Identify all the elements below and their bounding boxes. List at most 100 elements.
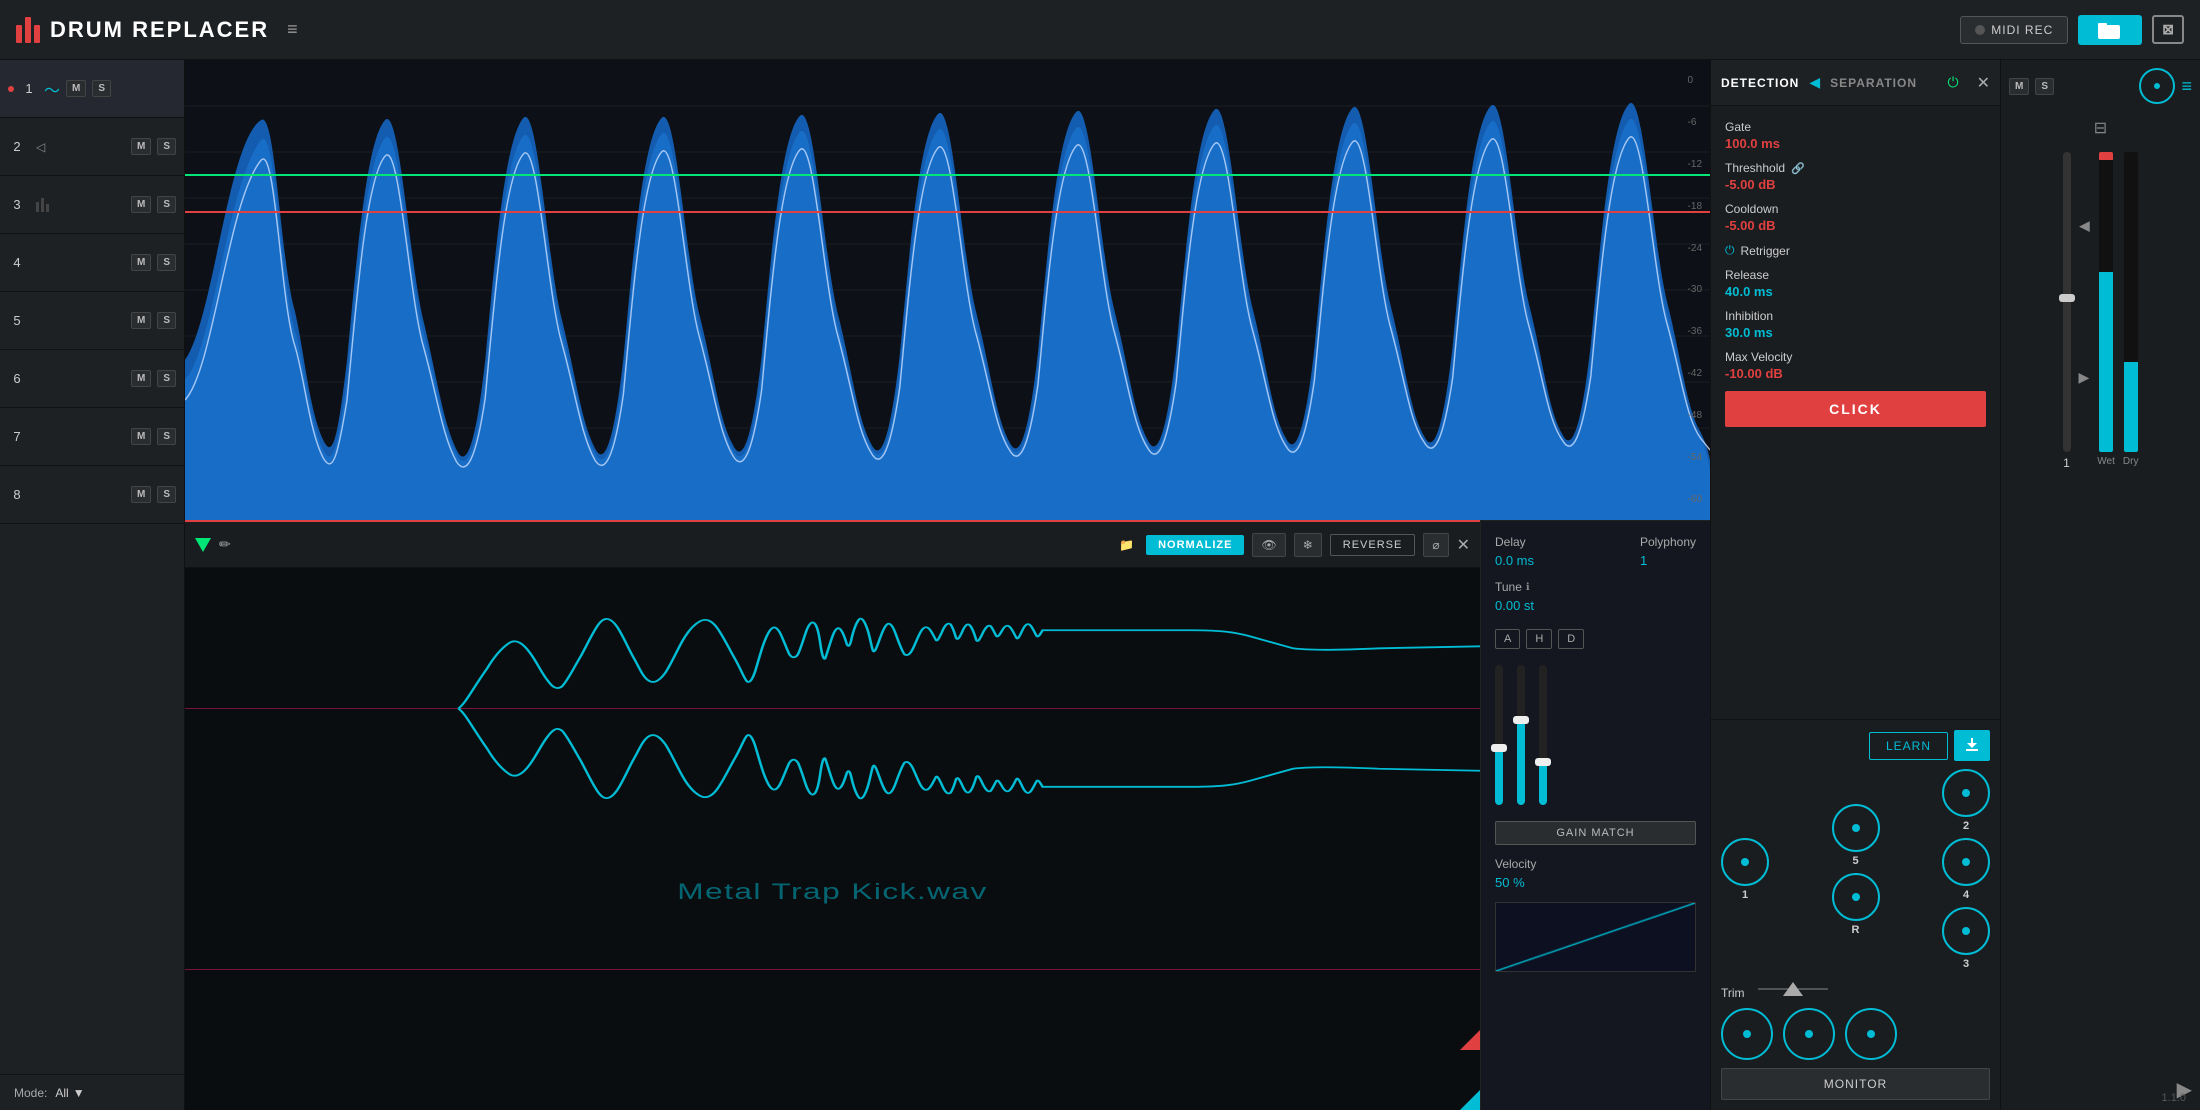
vol-knob[interactable] xyxy=(2139,68,2175,104)
mute-button[interactable]: M xyxy=(131,254,151,271)
knob-4-control[interactable] xyxy=(1942,838,1990,886)
track-number: 7 xyxy=(8,429,26,444)
ahd-buttons: A H D xyxy=(1495,629,1696,649)
knobs-panel: LEARN 1 xyxy=(1711,719,2000,1110)
knob-5: 5 xyxy=(1832,804,1880,867)
learn-button[interactable]: LEARN xyxy=(1869,732,1948,760)
left-knobs: 1 xyxy=(1721,838,1769,901)
track-row[interactable]: 1 〜 M S xyxy=(0,60,184,118)
close-icon[interactable]: ✕ xyxy=(1977,73,1990,93)
mute-button[interactable]: M xyxy=(131,428,151,445)
knob-3-label: 3 xyxy=(1963,958,1969,970)
track-row[interactable]: 7 M S xyxy=(0,408,184,466)
eye-button[interactable]: 👁 xyxy=(1252,533,1285,557)
top-knob-row: LEARN xyxy=(1721,730,1990,761)
sliders-row xyxy=(1495,661,1696,809)
knob-2-control[interactable] xyxy=(1942,769,1990,817)
retrigger-power-icon[interactable]: ⏻ xyxy=(1725,243,1735,258)
params-top-row: Delay 0.0 ms Polyphony 1 xyxy=(1495,535,1696,568)
large-knob-3[interactable] xyxy=(1845,1008,1897,1060)
play-down-icon[interactable]: ▶ xyxy=(2079,369,2090,386)
mute-button[interactable]: M xyxy=(131,196,151,213)
channel-waveform[interactable]: Metal Trap Kick.wav xyxy=(185,568,1480,1110)
monitor-button[interactable]: MONITOR xyxy=(1721,1068,1990,1100)
waveform-display[interactable]: 0 -6 -12 -18 -24 -30 -36 -42 -48 -54 -60 xyxy=(185,60,1710,520)
playlist-icon[interactable]: ≡ xyxy=(2181,76,2192,97)
decay-slider[interactable] xyxy=(1539,665,1547,805)
snowflake-button[interactable]: ❄ xyxy=(1294,533,1322,557)
solo-button[interactable]: S xyxy=(157,486,176,503)
download-button[interactable] xyxy=(1954,730,1990,761)
gate-param: Gate 100.0 ms xyxy=(1725,120,1986,151)
menu-icon[interactable]: ≡ xyxy=(287,19,298,40)
svg-text:Metal Trap Kick.wav: Metal Trap Kick.wav xyxy=(677,879,987,904)
solo-button[interactable]: S xyxy=(92,80,111,97)
folder-button[interactable] xyxy=(2078,15,2142,45)
track-row[interactable]: 6 M S xyxy=(0,350,184,408)
large-knob-1[interactable] xyxy=(1721,1008,1773,1060)
large-knob-2[interactable] xyxy=(1783,1008,1835,1060)
reverse-button[interactable]: REVERSE xyxy=(1330,534,1416,556)
mute-button[interactable]: M xyxy=(66,80,86,97)
solo-button[interactable]: S xyxy=(157,138,176,155)
mute-button[interactable]: M xyxy=(131,486,151,503)
mute-button[interactable]: M xyxy=(131,312,151,329)
db-scale: 0 -6 -12 -18 -24 -30 -36 -42 -48 -54 -60 xyxy=(1688,60,1702,520)
track-row[interactable]: 3 M S xyxy=(0,176,184,234)
close-editor-button[interactable]: ✕ xyxy=(1457,535,1470,555)
gain-match-button[interactable]: GAIN MATCH xyxy=(1495,821,1696,845)
solo-button[interactable]: S xyxy=(157,428,176,445)
solo-button[interactable]: S xyxy=(157,254,176,271)
separation-tab[interactable]: SEPARATION xyxy=(1830,76,1917,90)
knob-r-control[interactable] xyxy=(1832,873,1880,921)
folder-icon-small[interactable]: 📁 xyxy=(1119,538,1134,552)
uvi-logo: ⊠ xyxy=(2152,15,2184,44)
solo-button[interactable]: S xyxy=(157,370,176,387)
solo-button[interactable]: S xyxy=(157,312,176,329)
max-velocity-value: -10.00 dB xyxy=(1725,366,1986,381)
mute-button[interactable]: M xyxy=(131,138,151,155)
link-icon: 🔗 xyxy=(1791,162,1805,175)
knob-2: 2 xyxy=(1942,769,1990,832)
power-icon[interactable]: ⏻ xyxy=(1948,74,1959,91)
eq-icon: ⊟ xyxy=(2094,118,2107,138)
hold-button[interactable]: H xyxy=(1526,629,1552,649)
mode-value[interactable]: All ▼ xyxy=(55,1086,84,1100)
mute-button[interactable]: M xyxy=(131,370,151,387)
track-row[interactable]: 5 M S xyxy=(0,292,184,350)
midi-rec-button[interactable]: MIDI REC xyxy=(1960,16,2068,44)
track-number: 2 xyxy=(8,139,26,154)
knob-1-label: 1 xyxy=(1742,889,1748,901)
max-velocity-label: Max Velocity xyxy=(1725,350,1986,364)
detection-tab[interactable]: DETECTION xyxy=(1721,76,1799,90)
solo-button[interactable]: S xyxy=(157,196,176,213)
decay-button[interactable]: D xyxy=(1558,629,1584,649)
normalize-button[interactable]: NORMALIZE xyxy=(1146,535,1244,555)
track-row[interactable]: 4 M S xyxy=(0,234,184,292)
track-bars xyxy=(36,198,49,212)
slice-button[interactable]: ⌀ xyxy=(1423,533,1448,557)
hold-slider[interactable] xyxy=(1517,665,1525,805)
knob-5-control[interactable] xyxy=(1832,804,1880,852)
bottom-section: ✏ Metal Trap Kick 📁 NORMALIZE 👁 ❄ REVERS… xyxy=(185,520,1710,1110)
main-fader-slider[interactable] xyxy=(2063,152,2071,452)
detection-body: Gate 100.0 ms Threshhold 🔗 -5.00 dB Cool… xyxy=(1711,106,2000,719)
knob-1-control[interactable] xyxy=(1721,838,1769,886)
app-title: DRUM REPLACER xyxy=(50,17,269,43)
app-header: DRUM REPLACER ≡ MIDI REC ⊠ xyxy=(0,0,2200,60)
velocity-curve[interactable] xyxy=(1495,902,1696,972)
cooldown-value: -5.00 dB xyxy=(1725,218,1986,233)
attack-slider[interactable] xyxy=(1495,665,1503,805)
track-row[interactable]: 2 ◁ M S xyxy=(0,118,184,176)
play-up-icon[interactable]: ▶ xyxy=(2079,219,2090,236)
threshold-label: Threshhold xyxy=(1725,161,1785,175)
playhead-button[interactable] xyxy=(195,538,211,552)
vol-mute-button[interactable]: M xyxy=(2009,78,2029,95)
click-button[interactable]: CLICK xyxy=(1725,391,1986,427)
track-number: 1 xyxy=(20,81,38,96)
vol-solo-button[interactable]: S xyxy=(2035,78,2054,95)
knob-3-control[interactable] xyxy=(1942,907,1990,955)
channel-name-input[interactable]: Metal Trap Kick xyxy=(243,537,1111,553)
track-row[interactable]: 8 M S xyxy=(0,466,184,524)
attack-button[interactable]: A xyxy=(1495,629,1520,649)
